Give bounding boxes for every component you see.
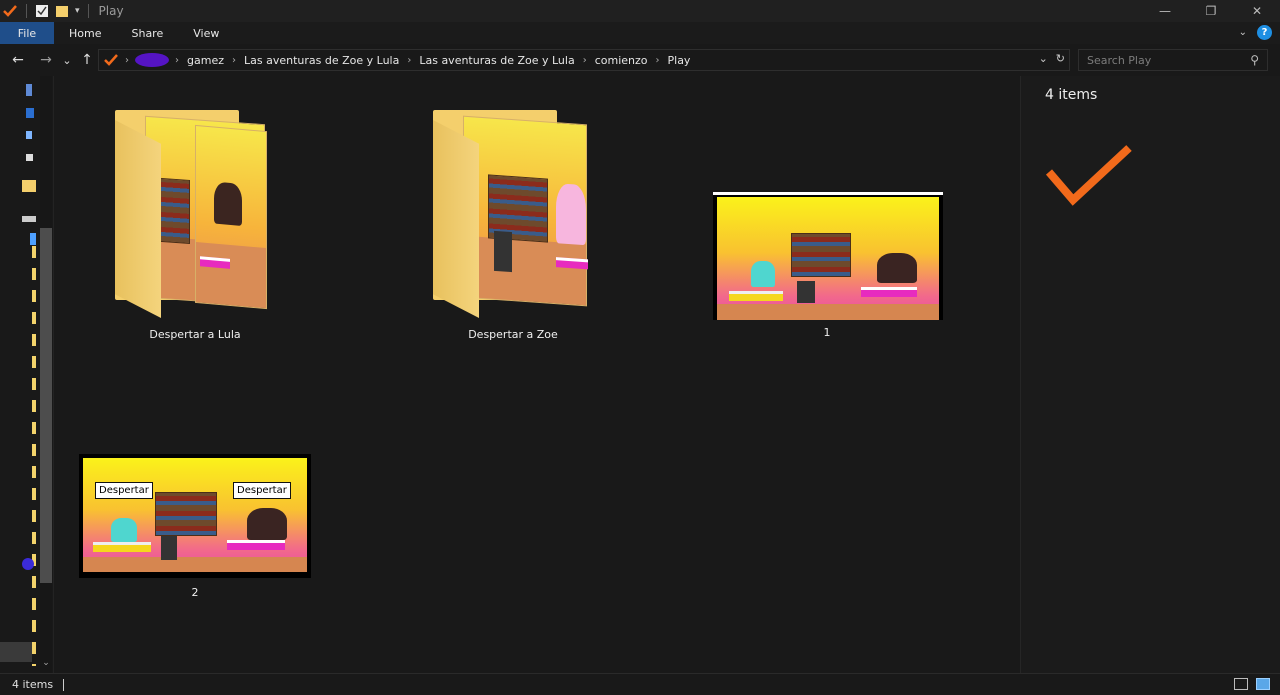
search-input[interactable] — [1087, 53, 1237, 67]
tab-view[interactable]: View — [178, 22, 234, 44]
item-label: Despertar a Zoe — [468, 328, 558, 341]
quick-access-toolbar: ▾ — [0, 0, 91, 22]
status-divider — [63, 678, 65, 691]
search-box[interactable]: ⚲ — [1078, 49, 1268, 71]
details-view-icon[interactable] — [1234, 678, 1248, 690]
back-button[interactable]: ← — [8, 50, 28, 70]
forward-button[interactable]: → — [36, 50, 56, 70]
file-list: Despertar a Lula Despertar a Zoe 1 Despe… — [55, 76, 1020, 673]
image-item-2[interactable]: Despertar Despertar 2 — [79, 454, 311, 604]
breadcrumb-play[interactable]: Play — [668, 54, 691, 67]
status-bar: 4 items — [0, 673, 1280, 695]
folder-front — [433, 120, 479, 318]
minimize-button[interactable]: — — [1142, 0, 1188, 22]
network-icon[interactable] — [30, 233, 36, 245]
window-title: Play — [98, 4, 124, 18]
breadcrumb-gamez[interactable]: gamez — [187, 54, 224, 67]
breadcrumb-separator: › — [175, 54, 179, 66]
tree-items[interactable] — [32, 246, 36, 666]
breadcrumb-separator: › — [407, 54, 412, 66]
image-thumbnail — [713, 192, 943, 320]
maximize-button[interactable]: ❐ — [1188, 0, 1234, 22]
breadcrumb-separator: › — [655, 54, 660, 66]
navigation-pane: ⌄ — [0, 76, 54, 673]
item-label: 1 — [823, 326, 831, 339]
desktop-icon[interactable] — [26, 108, 34, 118]
navigation-scrollbar-thumb[interactable] — [40, 228, 52, 583]
folder-preview-image-2 — [195, 124, 267, 310]
breadcrumb-las-aventuras-2[interactable]: Las aventuras de Zoe y Lula — [419, 54, 574, 67]
folder-thumbnail — [115, 110, 275, 318]
folder-preview-image — [463, 115, 588, 307]
search-icon[interactable]: ⚲ — [1250, 53, 1259, 67]
documents-icon[interactable] — [26, 154, 33, 161]
large-icons-view-icon[interactable] — [1256, 678, 1270, 690]
preview-pane: 4 items — [1020, 76, 1280, 673]
title-bar: ▾ Play — ❐ ✕ — [0, 0, 1280, 22]
folder-item-despertar-a-lula[interactable]: Despertar a Lula — [115, 110, 275, 342]
refresh-icon[interactable]: ↻ — [1056, 52, 1065, 65]
scroll-down-chevron-icon[interactable]: ⌄ — [40, 658, 52, 668]
folder-front — [115, 120, 161, 318]
address-tail: ⌄ ↻ — [1039, 52, 1065, 65]
folder-icon[interactable] — [22, 180, 36, 192]
item-label: 2 — [191, 586, 199, 599]
new-folder-icon[interactable] — [55, 4, 69, 18]
this-pc-drive-icon[interactable] — [22, 216, 36, 222]
breadcrumb-separator: › — [125, 54, 129, 66]
image-item-1[interactable]: 1 — [711, 192, 943, 342]
window-controls: — ❐ ✕ — [1142, 0, 1280, 22]
breadcrumb-comienzo[interactable]: comienzo — [595, 54, 648, 67]
user-icon[interactable] — [22, 558, 34, 570]
folder-item-despertar-a-zoe[interactable]: Despertar a Zoe — [433, 110, 593, 342]
divider — [26, 4, 27, 18]
divider — [87, 4, 89, 18]
location-checkmark-icon — [104, 54, 118, 66]
customize-toolbar-chevron-icon[interactable]: ▾ — [75, 6, 80, 16]
address-dropdown-chevron-icon[interactable]: ⌄ — [1039, 52, 1048, 65]
breadcrumb-separator: › — [231, 54, 236, 66]
address-bar[interactable]: › › gamez › Las aventuras de Zoe y Lula … — [98, 49, 1070, 71]
tab-file[interactable]: File — [0, 22, 54, 44]
close-button[interactable]: ✕ — [1234, 0, 1280, 22]
checkmark-app-icon[interactable] — [2, 4, 18, 18]
item-label: Despertar a Lula — [149, 328, 241, 341]
up-button[interactable]: ↑ — [78, 50, 96, 70]
navigation-bar: ← → ⌄ ↑ › › gamez › Las aventuras de Zoe… — [0, 44, 1280, 76]
tab-home[interactable]: Home — [54, 22, 116, 44]
help-icon[interactable]: ? — [1257, 25, 1272, 40]
ribbon-right: ⌄ ? — [1239, 25, 1272, 40]
properties-icon[interactable] — [35, 4, 49, 18]
preview-item-count: 4 items — [1045, 87, 1098, 103]
breadcrumb-separator: › — [582, 54, 587, 66]
checkmark-icon — [1045, 145, 1132, 206]
despertar-tag-right: Despertar — [233, 482, 291, 499]
breadcrumb-las-aventuras-1[interactable]: Las aventuras de Zoe y Lula — [244, 54, 399, 67]
status-item-count: 4 items — [12, 678, 54, 691]
folder-thumbnail — [433, 110, 593, 318]
view-switcher — [1234, 678, 1270, 690]
recent-locations-chevron-icon[interactable]: ⌄ — [60, 50, 74, 70]
downloads-icon[interactable] — [26, 131, 32, 139]
selected-tree-item[interactable] — [0, 642, 32, 662]
ribbon-tabs: File Home Share View ⌄ ? — [0, 22, 1280, 44]
image-thumbnail: Despertar Despertar — [79, 454, 311, 578]
tab-share[interactable]: Share — [116, 22, 178, 44]
quick-access-icon[interactable] — [26, 84, 32, 96]
expand-ribbon-chevron-icon[interactable]: ⌄ — [1239, 27, 1247, 38]
redacted-mark — [135, 53, 169, 67]
despertar-tag-left: Despertar — [95, 482, 153, 499]
